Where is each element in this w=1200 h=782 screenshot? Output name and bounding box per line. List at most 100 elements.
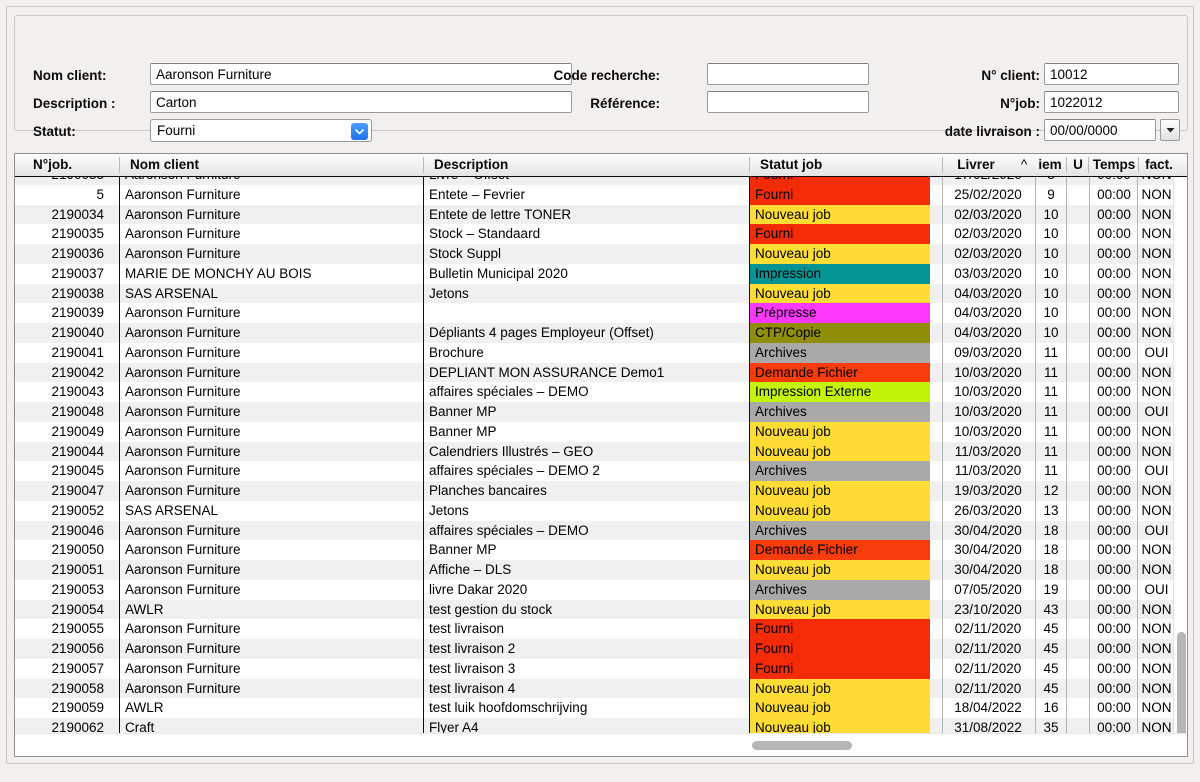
horizontal-scrollbar[interactable] — [15, 733, 1187, 756]
table-row[interactable]: 2190051Aaronson FurnitureAffiche – DLSNo… — [15, 560, 1174, 580]
reference-input[interactable] — [707, 91, 869, 113]
column-divider — [1066, 461, 1067, 481]
client-name-cell: Aaronson Furniture — [120, 619, 420, 639]
column-divider — [423, 600, 424, 620]
table-row[interactable]: 2190037MARIE DE MONCHY AU BOISBulletin M… — [15, 264, 1174, 284]
client-name-cell: Aaronson Furniture — [120, 659, 420, 679]
table-row[interactable]: 2190055Aaronson Furnituretest livraisonF… — [15, 619, 1174, 639]
job-cell: 2190040 — [15, 323, 115, 343]
table-row[interactable]: 5Aaronson FurnitureEntete – FevrierFourn… — [15, 185, 1174, 205]
table-row[interactable]: 2190036Aaronson FurnitureStock SupplNouv… — [15, 244, 1174, 264]
window-panel: Nom client: Description : Statut: Fourni… — [6, 6, 1194, 764]
job-cell: 2190047 — [15, 481, 115, 501]
time-cell: 00:00 — [1091, 264, 1137, 284]
job-cell: 2190039 — [15, 303, 115, 323]
column-divider — [423, 639, 424, 659]
num-job-label: N°job: — [855, 94, 1040, 114]
time-cell: 00:00 — [1091, 422, 1137, 442]
invoiced-cell: NON — [1139, 382, 1174, 402]
column-divider — [1089, 224, 1090, 244]
client-name-cell: Aaronson Furniture — [120, 363, 420, 383]
table-row[interactable]: 2190035Aaronson FurnitureStock – Standaa… — [15, 224, 1174, 244]
code-recherche-input[interactable] — [707, 63, 869, 85]
unit-cell — [1068, 303, 1088, 323]
column-divider — [1066, 639, 1067, 659]
column-header-statut-job[interactable]: Statut job — [750, 154, 943, 176]
statut-select[interactable]: Fourni — [150, 119, 372, 142]
table-row[interactable]: 2190048Aaronson FurnitureBanner MPArchiv… — [15, 402, 1174, 422]
delivery-date-cell: 02/11/2020 — [943, 639, 1033, 659]
table-row[interactable]: 2190049Aaronson FurnitureBanner MPNouvea… — [15, 422, 1174, 442]
num-job-input[interactable] — [1044, 91, 1179, 113]
column-header-description[interactable]: Description — [424, 154, 750, 176]
table-row[interactable]: 2190034Aaronson FurnitureEntete de lettr… — [15, 205, 1174, 225]
status-cell: Fourni — [750, 185, 930, 205]
column-divider — [423, 521, 424, 541]
column-divider — [1089, 303, 1090, 323]
column-divider — [749, 422, 750, 442]
vertical-scrollbar-thumb[interactable] — [1177, 632, 1186, 747]
horizontal-scrollbar-thumb[interactable] — [752, 741, 852, 750]
chevron-down-icon[interactable] — [351, 123, 368, 140]
date-picker-dropdown-icon[interactable] — [1160, 119, 1180, 141]
job-cell: 2190050 — [15, 540, 115, 560]
invoiced-cell: NON — [1139, 422, 1174, 442]
table-row[interactable]: 2190058Aaronson Furnituretest livraison … — [15, 679, 1174, 699]
description-cell: affaires spéciales – DEMO — [424, 521, 744, 541]
table-row[interactable]: 2190062CraftFlyer A4Nouveau job31/08/202… — [15, 718, 1174, 733]
table-row[interactable]: 2190056Aaronson Furnituretest livraison … — [15, 639, 1174, 659]
column-header-livrer[interactable]: Livrer — [943, 154, 1009, 176]
table-row[interactable]: 2190059AWLRtest luik hoofdomschrijvingNo… — [15, 698, 1174, 718]
column-header-job[interactable]: N°job. — [15, 154, 120, 176]
description-cell — [424, 303, 744, 323]
unit-cell — [1068, 363, 1088, 383]
table-row[interactable]: 2190040Aaronson FurnitureDépliants 4 pag… — [15, 323, 1174, 343]
time-cell: 00:00 — [1091, 540, 1137, 560]
invoiced-cell: OUI — [1139, 461, 1174, 481]
table-row[interactable]: 2190050Aaronson FurnitureBanner MPDemand… — [15, 540, 1174, 560]
table-row[interactable]: 2190054AWLRtest gestion du stockNouveau … — [15, 600, 1174, 620]
table-row[interactable]: 2190045Aaronson Furnitureaffaires spécia… — [15, 461, 1174, 481]
column-divider — [1089, 698, 1090, 718]
table-row[interactable]: 2190033Aaronson FurnitureLivre – OffsetF… — [15, 177, 1174, 185]
table-row[interactable]: 2190047Aaronson FurniturePlanches bancai… — [15, 481, 1174, 501]
table-row[interactable]: 2190039Aaronson FurniturePrépresse04/03/… — [15, 303, 1174, 323]
date-livraison-label: date livraison : — [805, 122, 1040, 142]
column-divider — [1089, 363, 1090, 383]
column-divider — [1066, 560, 1067, 580]
table-row[interactable]: 2190041Aaronson FurnitureBrochureArchive… — [15, 343, 1174, 363]
column-divider — [1089, 284, 1090, 304]
status-cell: Nouveau job — [750, 205, 930, 225]
week-cell: 10 — [1037, 303, 1065, 323]
column-header-sem[interactable]: iem — [1033, 154, 1067, 176]
table-row[interactable]: 2190046Aaronson Furnitureaffaires spécia… — [15, 521, 1174, 541]
unit-cell — [1068, 323, 1088, 343]
table-row[interactable]: 2190038SAS ARSENALJetonsNouveau job04/03… — [15, 284, 1174, 304]
unit-cell — [1068, 442, 1088, 462]
date-livraison-input[interactable] — [1044, 119, 1156, 141]
code-recherche-label: Code recherche: — [485, 66, 660, 86]
column-header-temps[interactable]: Temps — [1089, 154, 1139, 176]
table-row[interactable]: 2190044Aaronson FurnitureCalendriers Ill… — [15, 442, 1174, 462]
table-row[interactable]: 2190053Aaronson Furniturelivre Dakar 202… — [15, 580, 1174, 600]
column-divider — [1066, 442, 1067, 462]
vertical-scrollbar[interactable] — [1173, 177, 1187, 733]
description-cell: Affiche – DLS — [424, 560, 744, 580]
column-divider — [942, 177, 943, 185]
table-row[interactable]: 2190057Aaronson Furnituretest livraison … — [15, 659, 1174, 679]
table-row[interactable]: 2190042Aaronson FurnitureDEPLIANT MON AS… — [15, 363, 1174, 383]
column-divider — [1035, 639, 1036, 659]
column-header-u[interactable]: U — [1067, 154, 1089, 176]
table-row[interactable]: 2190043Aaronson Furnitureaffaires spécia… — [15, 382, 1174, 402]
column-header-fact[interactable]: fact. — [1139, 154, 1179, 176]
column-header-nom-client[interactable]: Nom client — [120, 154, 424, 176]
week-cell: 11 — [1037, 442, 1065, 462]
week-cell: 35 — [1037, 718, 1065, 733]
delivery-date-cell: 23/10/2020 — [943, 600, 1033, 620]
table-row[interactable]: 2190052SAS ARSENALJetonsNouveau job26/03… — [15, 501, 1174, 521]
time-cell: 00:00 — [1091, 619, 1137, 639]
column-divider — [749, 521, 750, 541]
jobs-rows-viewport[interactable]: 2190033Aaronson FurnitureLivre – OffsetF… — [15, 177, 1174, 733]
invoiced-cell: NON — [1139, 303, 1174, 323]
num-client-input[interactable] — [1044, 63, 1179, 85]
